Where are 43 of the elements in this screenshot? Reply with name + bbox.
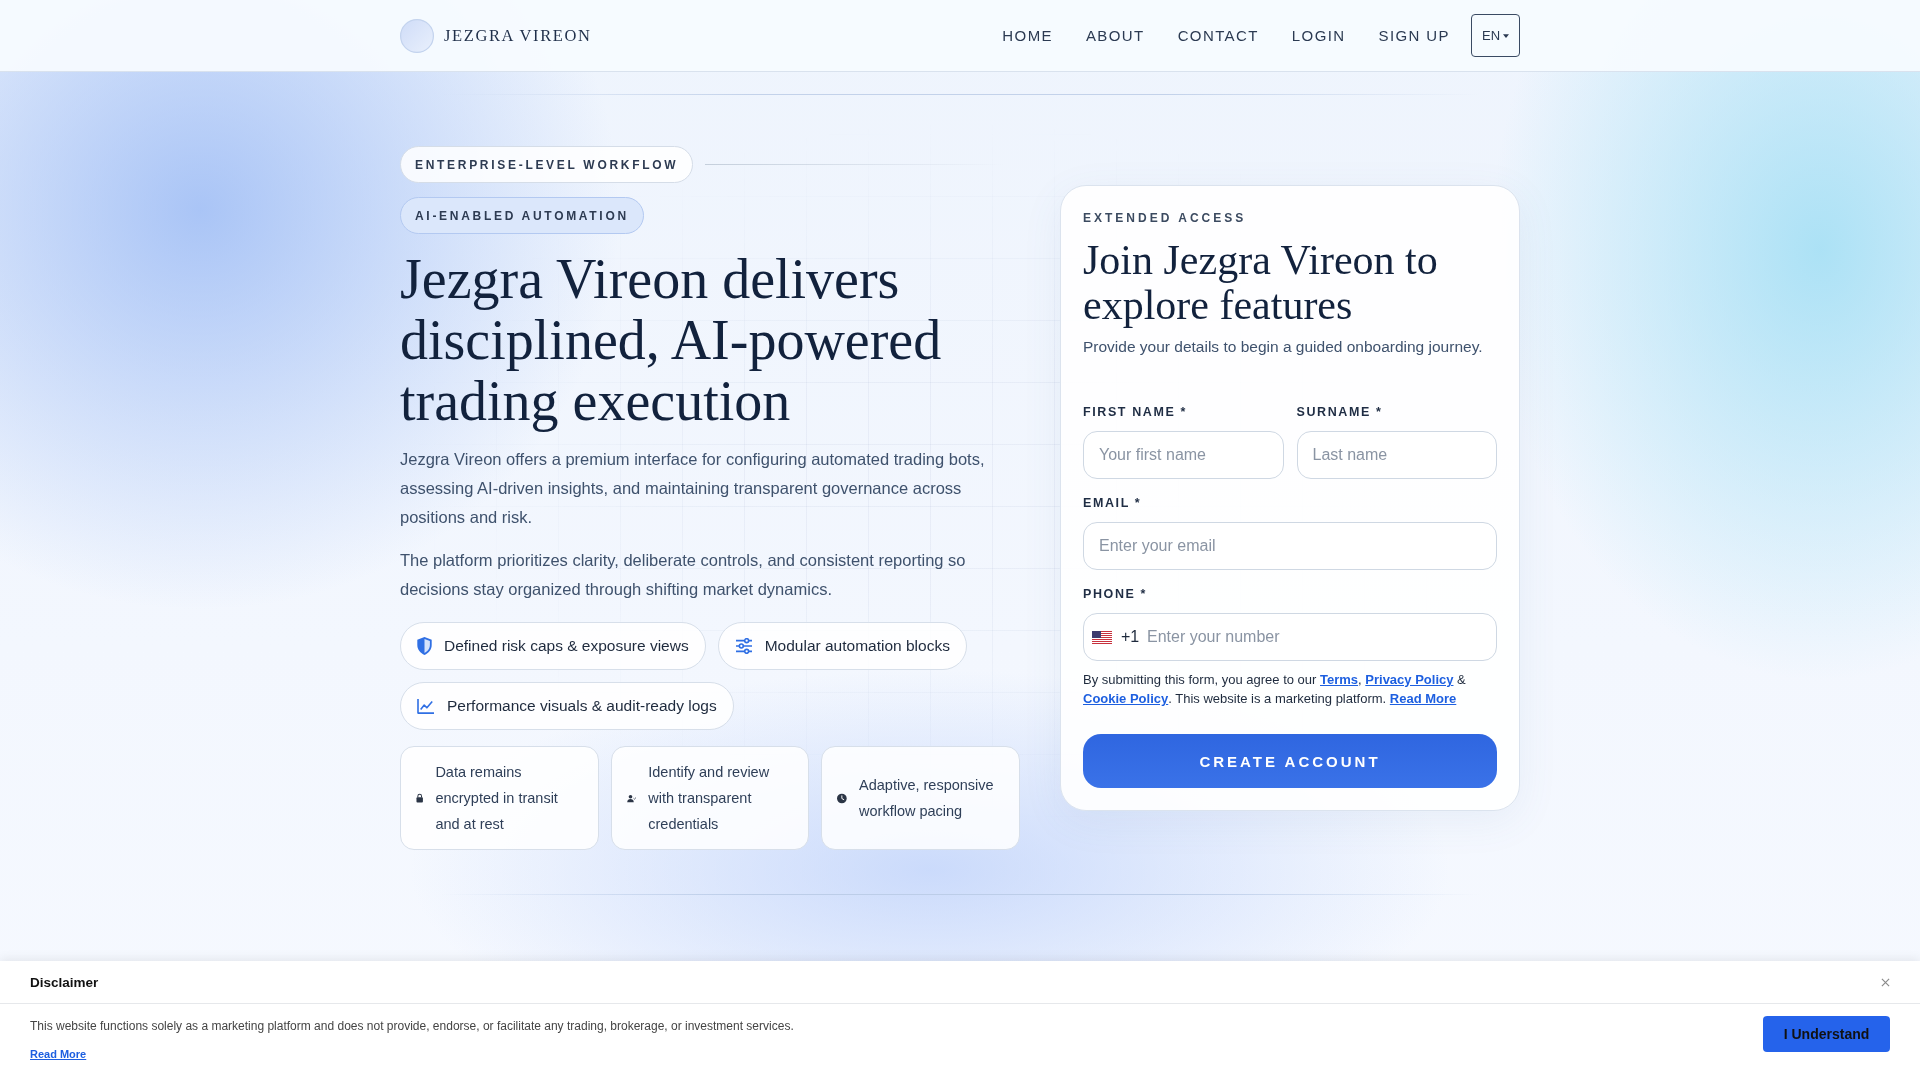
field-label: FIRST NAME *	[1083, 404, 1188, 421]
name-input[interactable]: Your first name	[1083, 431, 1284, 479]
create-account-button[interactable]: CREATE ACCOUNT	[1083, 734, 1497, 788]
line-chart-icon	[417, 698, 435, 714]
nav-link[interactable]: CONTACT	[1177, 27, 1259, 44]
card-text: Adaptive, responsive workflow pacing	[859, 776, 995, 821]
nav-link[interactable]: SIGN UP	[1378, 27, 1450, 44]
disclaimer-title: Disclaimer	[30, 974, 99, 990]
email-input[interactable]: Enter your email	[1083, 522, 1497, 570]
hero-heading: Jezgra Vireon delivers disciplined, AI-powered trading execution	[400, 249, 943, 432]
disclaimer-text: This website functions solely as a marketing platform and does not provide, endorse, or facilitate any trading, brokerage, or investment services.	[30, 1018, 794, 1034]
nav-link[interactable]: HOME	[1002, 27, 1053, 44]
language-selector[interactable]: EN	[1471, 14, 1520, 57]
field-label: PHONE *	[1083, 586, 1148, 603]
eyebrow-badge: ENTERPRISE-LEVEL WORKFLOW	[400, 146, 694, 183]
form-title: Join Jezgra Vireon to explore features	[1083, 238, 1439, 328]
shield-icon	[417, 637, 432, 655]
card-text: Data remains encrypted in transit and at rest	[435, 763, 559, 834]
eyebrow-badge: AI-ENABLED AUTOMATION	[400, 197, 644, 234]
field-label: SURNAME *	[1296, 404, 1384, 421]
brand-name[interactable]: JEZGRA VIREON	[444, 25, 592, 46]
consent-link[interactable]: Cookie Policy	[1083, 691, 1169, 706]
name-input[interactable]: Last name	[1296, 431, 1497, 479]
caret-icon	[1503, 33, 1510, 38]
read-more-link[interactable]: Read More	[30, 1048, 87, 1060]
consent-link[interactable]: Read More	[1389, 691, 1457, 706]
field-label: EMAIL *	[1083, 495, 1143, 512]
close-icon	[1881, 977, 1890, 987]
hero-paragraph: The platform prioritizes clarity, deliberate controls, and consistent reporting so decisions stay organized through shifting market dynamics.	[400, 550, 967, 600]
nav-link[interactable]: ABOUT	[1085, 27, 1145, 44]
consent-link[interactable]: Privacy Policy	[1365, 672, 1454, 687]
country-code-selector[interactable]: +1	[1092, 613, 1140, 661]
sliders-icon	[734, 638, 753, 654]
card-text: Identify and review with transparent credentials	[648, 763, 771, 834]
form-subtitle: Provide your details to begin a guided onboarding journey.	[1083, 337, 1484, 357]
consent-text: By submitting this form, you agree to our Terms, Privacy Policy & Cookie Policy. This website is a marketing platform. Read More	[1083, 671, 1467, 708]
hero-paragraph: Jezgra Vireon offers a premium interface for configuring automated trading bots, assessing AI-driven insights, and maintaining transparent governance across positions and risk.	[400, 449, 986, 528]
feature-label: Modular automation blocks	[764, 637, 950, 655]
feature-label: Performance visuals & audit-ready logs	[447, 697, 717, 715]
nav-link[interactable]: LOGIN	[1291, 27, 1346, 44]
feature-label: Defined risk caps & exposure views	[444, 637, 689, 655]
understand-button[interactable]: I Understand	[1763, 1016, 1890, 1052]
form-eyebrow: EXTENDED ACCESS	[1083, 210, 1248, 226]
